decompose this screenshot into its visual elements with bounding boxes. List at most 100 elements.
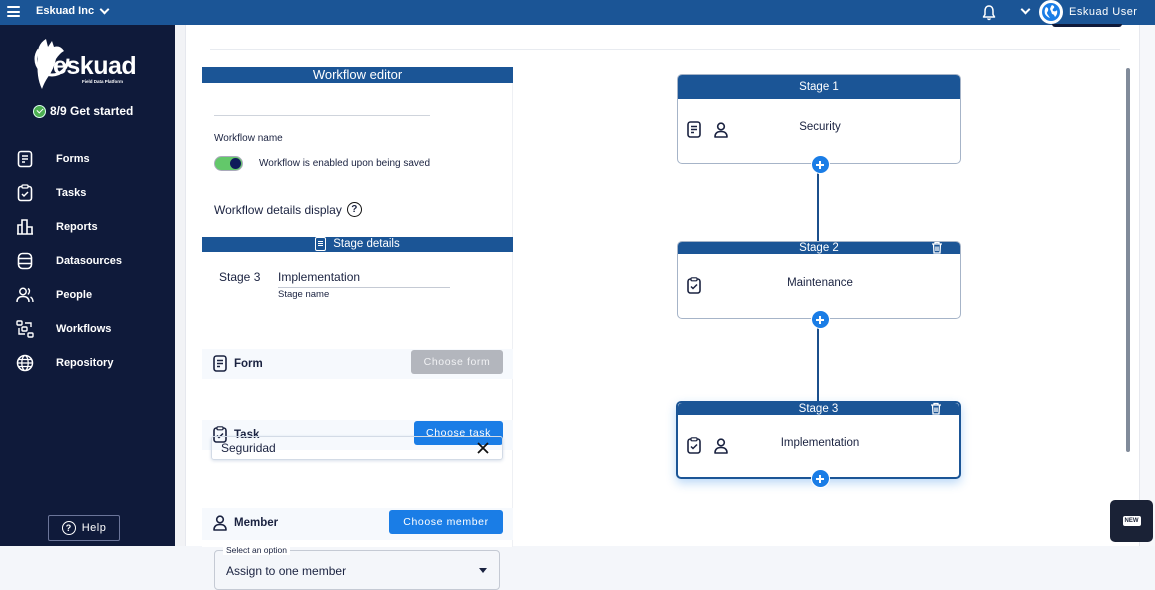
workflow-details-display-label: Workflow details display bbox=[214, 202, 342, 217]
add-stage-button[interactable] bbox=[811, 469, 830, 488]
stage-header-label: Stage 3 bbox=[798, 403, 839, 415]
form-section-label: Form bbox=[213, 355, 263, 372]
select-legend: Select an option bbox=[223, 545, 290, 555]
help-circle-icon[interactable]: ? bbox=[346, 202, 362, 217]
choose-form-button[interactable]: Choose form bbox=[411, 350, 503, 374]
database-icon bbox=[15, 251, 35, 271]
caret-down-icon bbox=[479, 568, 487, 573]
right-edge-panel bbox=[1139, 25, 1155, 546]
sidebar-item-label: Reports bbox=[56, 221, 98, 233]
stage-details-header: Stage details bbox=[202, 237, 513, 252]
add-stage-button[interactable] bbox=[811, 310, 830, 329]
sidebar-item-label: Datasources bbox=[56, 255, 123, 267]
scrollbar[interactable] bbox=[1126, 68, 1130, 452]
help-label: Help bbox=[81, 522, 107, 534]
help-button[interactable]: ? Help bbox=[48, 515, 120, 541]
trash-icon[interactable] bbox=[930, 402, 942, 415]
logo-text: eskuad bbox=[53, 52, 137, 80]
stage-details-title: Stage details bbox=[333, 238, 400, 250]
stage-header: Stage 2 bbox=[678, 241, 960, 254]
stage-body: Maintenance bbox=[678, 254, 960, 318]
select-value: Assign to one member bbox=[226, 564, 347, 578]
sidebar-nav: Forms Tasks Reports Datasources People W… bbox=[0, 142, 175, 380]
sidebar-item-label: Forms bbox=[56, 153, 90, 165]
chevron-down-icon bbox=[99, 4, 110, 14]
workflow-editor-panel: Workflow editor Workflow name Workflow i… bbox=[202, 67, 513, 590]
stage-card-2[interactable]: Stage 2 Maintenance bbox=[677, 241, 961, 329]
bell-icon[interactable] bbox=[981, 4, 997, 21]
trash-icon[interactable] bbox=[931, 241, 943, 254]
sidebar-item-label: People bbox=[56, 289, 93, 301]
people-icon bbox=[15, 285, 35, 305]
stage-name: Security bbox=[799, 121, 841, 133]
logo-subtitle: Field Data Platform bbox=[82, 79, 124, 84]
user-menu-chevron-icon[interactable] bbox=[1020, 4, 1031, 15]
stage-name: Maintenance bbox=[787, 277, 853, 289]
toggle-knob bbox=[230, 158, 241, 169]
new-badge: NEW bbox=[1122, 516, 1141, 526]
form-icon bbox=[315, 237, 327, 251]
get-started-progress[interactable]: 8/9 Get started bbox=[33, 104, 133, 118]
choose-member-button[interactable]: Choose member bbox=[389, 510, 503, 534]
sidebar-item-repository[interactable]: Repository bbox=[0, 346, 175, 380]
workflow-enabled-toggle[interactable] bbox=[214, 156, 243, 171]
sidebar-item-workflows[interactable]: Workflows bbox=[0, 312, 175, 346]
sidebar-item-reports[interactable]: Reports bbox=[0, 210, 175, 244]
person-icon bbox=[213, 515, 227, 531]
workflow-icon bbox=[15, 319, 35, 339]
user-avatar[interactable] bbox=[1039, 0, 1063, 24]
help-icon: ? bbox=[61, 521, 76, 535]
user-name[interactable]: Eskuad User bbox=[1069, 6, 1137, 18]
whats-new-button[interactable]: NEW bbox=[1110, 500, 1153, 542]
stage-connector bbox=[817, 319, 819, 401]
workflow-name-label: Workflow name bbox=[214, 133, 283, 144]
stage-body: Implementation bbox=[678, 415, 959, 477]
stage-body: Security bbox=[678, 99, 960, 163]
organization-name: Eskuad Inc bbox=[36, 5, 95, 17]
top-divider bbox=[210, 49, 1120, 50]
selected-task-chip: Seguridad bbox=[211, 436, 503, 460]
sidebar-item-forms[interactable]: Forms bbox=[0, 142, 175, 176]
member-assignment-select[interactable]: Select an option Assign to one member bbox=[214, 545, 500, 590]
workflow-name-input[interactable] bbox=[214, 115, 430, 116]
form-icon bbox=[15, 149, 35, 169]
stage-header-label: Stage 1 bbox=[799, 81, 839, 93]
user-menu-indicator bbox=[1052, 24, 1122, 27]
sidebar-item-datasources[interactable]: Datasources bbox=[0, 244, 175, 278]
stage-name-input[interactable]: Implementation bbox=[278, 270, 360, 284]
selected-task-name: Seguridad bbox=[221, 441, 276, 455]
form-icon bbox=[213, 355, 227, 372]
get-started-label: 8/9 Get started bbox=[50, 104, 134, 118]
sidebar-item-people[interactable]: People bbox=[0, 278, 175, 312]
globe-icon bbox=[15, 353, 35, 373]
workflow-details-display: Workflow details display ? bbox=[214, 202, 362, 217]
menu-icon[interactable] bbox=[7, 6, 20, 17]
sidebar-item-label: Workflows bbox=[56, 323, 112, 335]
member-label: Member bbox=[234, 517, 279, 529]
bar-chart-icon bbox=[15, 217, 35, 237]
workflow-editor-title: Workflow editor bbox=[202, 67, 513, 83]
organization-selector[interactable]: Eskuad Inc bbox=[36, 4, 110, 17]
workflow-enabled-label: Workflow is enabled upon being saved bbox=[259, 158, 431, 169]
stage-name: Implementation bbox=[780, 437, 860, 449]
sidebar-item-label: Repository bbox=[56, 357, 114, 369]
main-content: Workflow editor Workflow name Workflow i… bbox=[175, 25, 1155, 590]
stage-header: Stage 3 bbox=[678, 402, 959, 415]
form-label: Form bbox=[234, 357, 263, 370]
stage-connector bbox=[817, 165, 819, 241]
close-icon[interactable] bbox=[476, 441, 490, 455]
clipboard-check-icon bbox=[15, 183, 35, 203]
stage-name-underline bbox=[278, 287, 450, 288]
stage-card-1[interactable]: Stage 1 Security bbox=[677, 74, 961, 174]
stage-card-3[interactable]: Stage 3 Implementation bbox=[676, 401, 961, 488]
check-circle-icon bbox=[33, 104, 46, 118]
sidebar-item-label: Tasks bbox=[56, 187, 87, 199]
main-left-border bbox=[175, 25, 186, 546]
globe-icon bbox=[1042, 3, 1060, 21]
stage-header: Stage 1 bbox=[678, 75, 960, 99]
sidebar: eskuad Field Data Platform 8/9 Get start… bbox=[0, 25, 175, 546]
stage-header-label: Stage 2 bbox=[799, 242, 839, 254]
add-stage-button[interactable] bbox=[811, 155, 830, 174]
stage-number: Stage 3 bbox=[219, 270, 261, 284]
sidebar-item-tasks[interactable]: Tasks bbox=[0, 176, 175, 210]
